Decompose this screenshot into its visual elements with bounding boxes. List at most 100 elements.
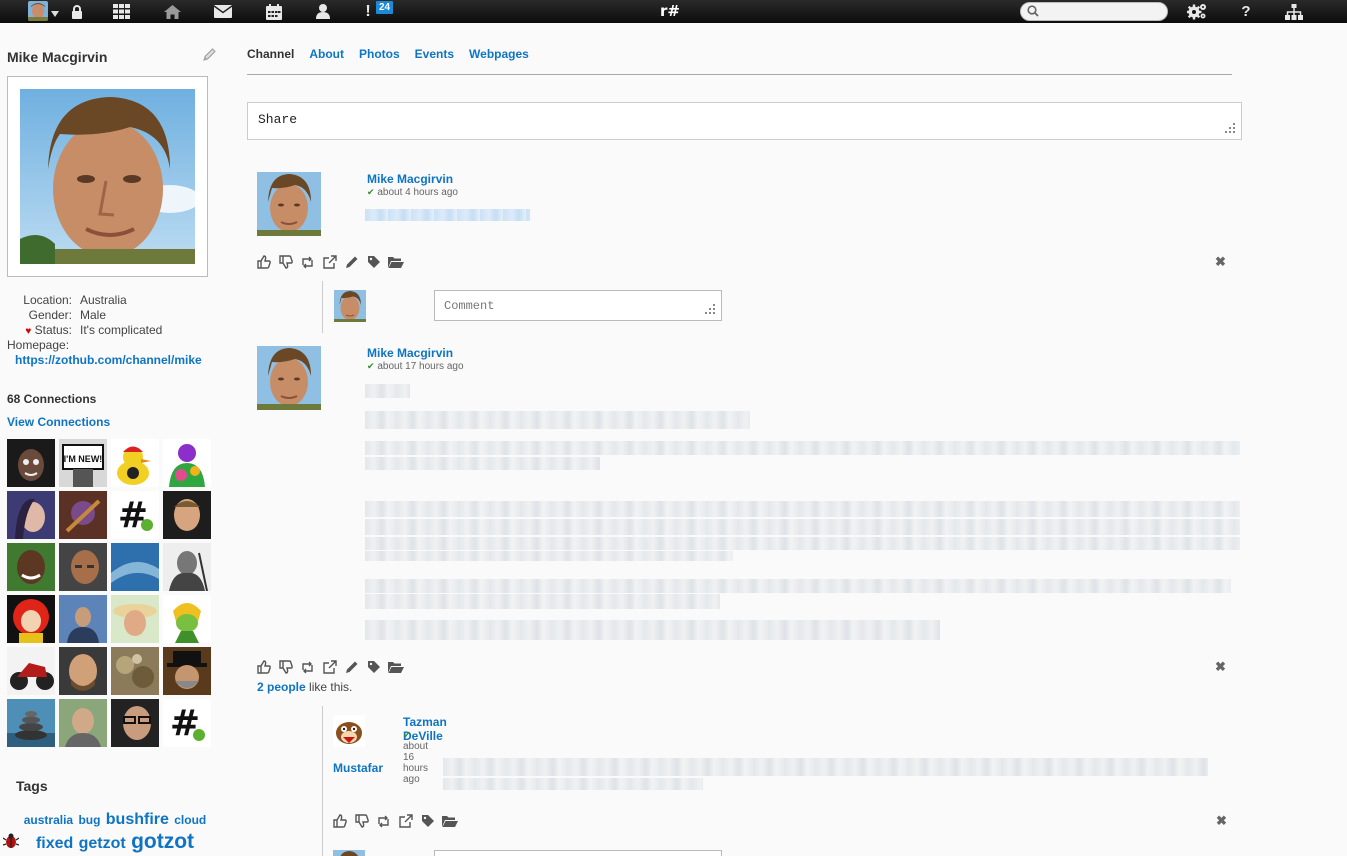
tag-icon[interactable] xyxy=(365,254,382,270)
connection-avatar[interactable] xyxy=(7,491,55,539)
share-external-icon[interactable] xyxy=(321,254,338,270)
tag-link[interactable]: gotzot xyxy=(131,830,194,853)
share-input[interactable]: Share xyxy=(247,102,1242,140)
tag-icon[interactable] xyxy=(365,659,382,675)
tag-link[interactable]: bushfire xyxy=(106,811,169,828)
pencil-edit-icon[interactable] xyxy=(343,659,360,675)
sitemap-icon[interactable] xyxy=(1284,0,1304,23)
post-body-redacted xyxy=(365,209,530,221)
resize-grip-icon[interactable] xyxy=(705,304,715,314)
repeat-icon[interactable] xyxy=(299,659,316,675)
connection-avatar[interactable] xyxy=(163,491,211,539)
tag-icon[interactable] xyxy=(419,813,436,829)
connection-avatar[interactable] xyxy=(111,699,159,747)
connection-avatar[interactable] xyxy=(59,595,107,643)
close-icon[interactable]: ✖ xyxy=(1215,659,1226,675)
profile-name: Mike Macgirvin xyxy=(7,49,108,65)
comment-location-link[interactable]: Mustafar xyxy=(333,761,383,775)
profile-photo[interactable] xyxy=(20,89,195,264)
comment-input[interactable]: Comment xyxy=(434,290,722,321)
home-icon[interactable] xyxy=(163,0,181,23)
connection-avatar[interactable] xyxy=(7,439,55,487)
tab-about[interactable]: About xyxy=(309,47,344,61)
connection-avatar[interactable] xyxy=(111,439,159,487)
close-icon[interactable]: ✖ xyxy=(1216,813,1227,829)
connection-avatar[interactable]: # xyxy=(111,491,159,539)
share-external-icon[interactable] xyxy=(321,659,338,675)
comment-avatar[interactable] xyxy=(333,715,365,747)
site-brand[interactable]: r# xyxy=(660,2,680,20)
profile-tabs: Channel About Photos Events Webpages xyxy=(247,47,529,61)
lock-icon[interactable] xyxy=(69,0,85,23)
folder-open-icon[interactable] xyxy=(387,254,404,270)
notifications-icon[interactable]: ! xyxy=(362,0,374,23)
post-author-name[interactable]: Mike Macgirvin xyxy=(367,172,453,186)
resize-grip-icon[interactable] xyxy=(1225,123,1235,133)
connection-avatar[interactable] xyxy=(7,595,55,643)
tab-events[interactable]: Events xyxy=(415,47,454,61)
folder-open-icon[interactable] xyxy=(387,659,404,675)
connection-avatar[interactable] xyxy=(7,647,55,695)
apps-icon[interactable] xyxy=(111,0,131,23)
connection-avatar[interactable] xyxy=(163,595,211,643)
post-body-redacted xyxy=(365,501,1240,517)
post-author-name[interactable]: Mike Macgirvin xyxy=(367,346,453,360)
tag-link[interactable]: getzot xyxy=(79,835,126,852)
pencil-edit-icon[interactable] xyxy=(343,254,360,270)
tag-link[interactable]: fixed xyxy=(36,835,73,852)
connection-avatar[interactable] xyxy=(111,647,159,695)
comment-input[interactable] xyxy=(434,850,722,856)
connection-avatar[interactable] xyxy=(59,699,107,747)
nav-avatar[interactable] xyxy=(28,1,48,21)
comment-avatar[interactable] xyxy=(333,850,365,856)
connection-avatar[interactable]: # xyxy=(163,699,211,747)
thumbs-up-icon[interactable] xyxy=(255,254,272,270)
thumbs-down-icon[interactable] xyxy=(277,659,294,675)
connection-avatar[interactable] xyxy=(7,543,55,591)
repeat-icon[interactable] xyxy=(375,813,392,829)
comment-thread: Comment xyxy=(322,281,722,333)
bug-icon[interactable] xyxy=(2,833,20,852)
post-author-avatar[interactable] xyxy=(257,172,321,236)
connection-avatar[interactable] xyxy=(59,543,107,591)
connection-avatar[interactable] xyxy=(7,699,55,747)
thumbs-up-icon[interactable] xyxy=(331,813,348,829)
help-icon[interactable]: ? xyxy=(1239,0,1253,23)
comment-thread: Tazman DeVille ✔ about 16 hours ago Must… xyxy=(322,706,1227,856)
profile-icon[interactable] xyxy=(315,0,331,23)
tag-link[interactable]: australia xyxy=(24,813,73,827)
likes-count-link[interactable]: 2 people xyxy=(257,680,306,694)
repeat-icon[interactable] xyxy=(299,254,316,270)
tab-webpages[interactable]: Webpages xyxy=(469,47,529,61)
connection-avatar[interactable] xyxy=(163,647,211,695)
search-input[interactable] xyxy=(1020,2,1168,21)
tag-link[interactable]: cloud xyxy=(174,813,206,827)
thumbs-down-icon[interactable] xyxy=(277,254,294,270)
tag-link[interactable]: bug xyxy=(78,813,100,827)
share-external-icon[interactable] xyxy=(397,813,414,829)
close-icon[interactable]: ✖ xyxy=(1215,254,1226,270)
settings-icon[interactable] xyxy=(1186,0,1208,23)
folder-open-icon[interactable] xyxy=(441,813,458,829)
view-connections-link[interactable]: View Connections xyxy=(7,415,110,429)
connection-avatar[interactable] xyxy=(111,595,159,643)
connection-avatar[interactable]: I'M NEW! xyxy=(59,439,107,487)
comment-avatar[interactable] xyxy=(334,290,366,322)
chevron-down-icon[interactable] xyxy=(51,11,59,17)
tab-photos[interactable]: Photos xyxy=(359,47,400,61)
connection-avatar[interactable] xyxy=(163,439,211,487)
connection-avatar[interactable] xyxy=(111,543,159,591)
calendar-icon[interactable] xyxy=(265,0,283,23)
mail-icon[interactable] xyxy=(213,0,233,23)
pencil-icon[interactable] xyxy=(201,47,217,66)
connection-avatar[interactable] xyxy=(163,543,211,591)
post-author-avatar[interactable] xyxy=(257,346,321,410)
thumbs-up-icon[interactable] xyxy=(255,659,272,675)
notifications-badge[interactable]: 24 xyxy=(376,1,394,14)
thumbs-down-icon[interactable] xyxy=(353,813,370,829)
connection-avatar[interactable] xyxy=(59,491,107,539)
post-timestamp: ✔ about 17 hours ago xyxy=(367,361,464,372)
connection-avatar[interactable] xyxy=(59,647,107,695)
tab-channel[interactable]: Channel xyxy=(247,47,294,61)
homepage-link[interactable]: https://zothub.com/channel/mike xyxy=(15,353,202,367)
